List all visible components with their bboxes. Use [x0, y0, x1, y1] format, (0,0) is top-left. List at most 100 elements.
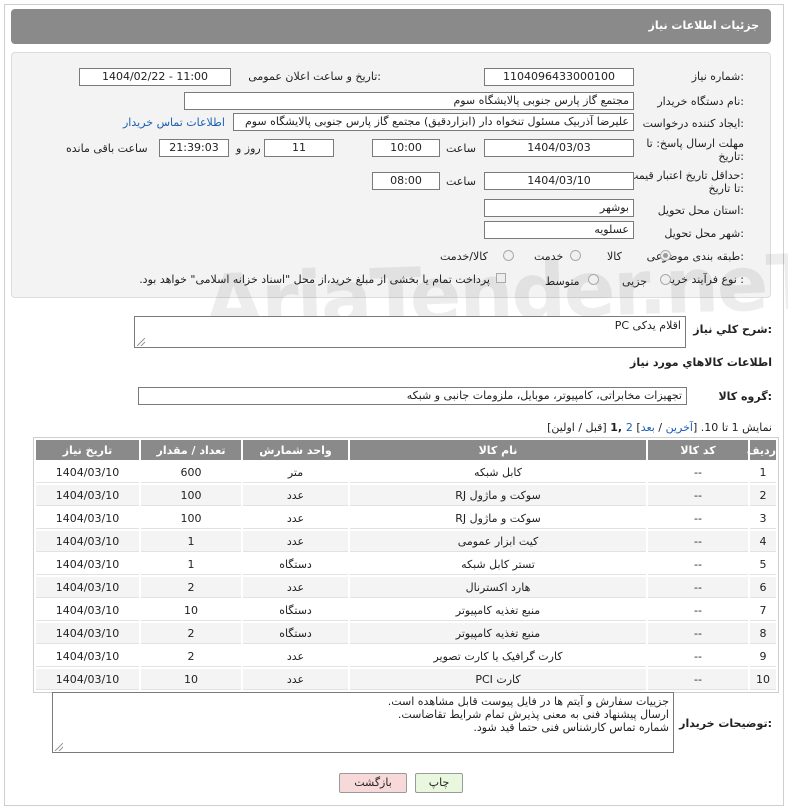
cell-item-code: --: [648, 669, 748, 690]
page-header: جزئیات اطلاعات نیاز: [11, 9, 771, 44]
cell-need-date: 1404/03/10: [36, 485, 139, 506]
cell-item-code: --: [648, 577, 748, 598]
process-radio-minor[interactable]: [660, 274, 671, 285]
cell-unit: عدد: [243, 669, 348, 690]
cell-unit: دستگاه: [243, 623, 348, 644]
cell-row-number: 4: [750, 531, 776, 552]
process-option-minor: جزیی: [622, 275, 648, 288]
category-radio-goods-service[interactable]: [503, 250, 514, 261]
treasury-checkbox[interactable]: [496, 273, 506, 283]
need-number-label: شماره نیاز:: [691, 70, 744, 83]
cell-need-date: 1404/03/10: [36, 600, 139, 621]
table-row[interactable]: 6 -- هارد اکسترنال عدد 2 1404/03/10: [36, 577, 776, 598]
print-button[interactable]: چاپ: [415, 773, 463, 793]
table-row[interactable]: 5 -- تستر کابل شبکه دستگاه 1 1404/03/10: [36, 554, 776, 575]
items-table: ردیف کد کالا نام کالا واحد شمارش تعداد /…: [33, 437, 779, 693]
category-radio-service[interactable]: [570, 250, 581, 261]
cell-row-number: 10: [750, 669, 776, 690]
summary-text: اقلام یدکی PC: [614, 319, 681, 332]
category-option-goods: کالا: [607, 250, 622, 263]
days-label: روز و: [236, 142, 261, 155]
resize-grip-icon[interactable]: [55, 743, 63, 751]
cell-unit: عدد: [243, 485, 348, 506]
table-row[interactable]: 4 -- کیت ابزار عمومی عدد 1 1404/03/10: [36, 531, 776, 552]
requester-field[interactable]: علیرضا آذربیک مسئول تنخواه دار (ابزاردقی…: [233, 113, 634, 131]
cell-item-name: کیت ابزار عمومی: [350, 531, 646, 552]
pager-last-link[interactable]: آخرین: [666, 421, 693, 434]
resize-grip-icon[interactable]: [137, 338, 145, 346]
province-label: استان محل تحویل:: [657, 204, 744, 217]
deadline-time-field[interactable]: 10:00: [372, 139, 440, 157]
deadline-date-field[interactable]: 1404/03/03: [484, 139, 634, 157]
page-title: جزئیات اطلاعات نیاز: [648, 19, 760, 32]
pager-next-link[interactable]: بعد: [641, 421, 655, 434]
col-header-unit: واحد شمارش: [243, 440, 348, 460]
cell-row-number: 8: [750, 623, 776, 644]
cell-row-number: 3: [750, 508, 776, 529]
cell-unit: دستگاه: [243, 600, 348, 621]
cell-quantity: 600: [141, 462, 241, 483]
cell-row-number: 9: [750, 646, 776, 667]
cell-item-name: سوکت و ماژول RJ: [350, 485, 646, 506]
cell-item-name: کارت PCI: [350, 669, 646, 690]
cell-item-name: منبع تغذیه کامپیوتر: [350, 600, 646, 621]
announce-field[interactable]: 1404/02/22 - 11:00: [79, 68, 231, 86]
cell-unit: عدد: [243, 577, 348, 598]
cell-row-number: 6: [750, 577, 776, 598]
deadline-label-date: تاریخ:: [718, 150, 744, 163]
cell-quantity: 2: [141, 577, 241, 598]
need-number-field[interactable]: 1104096433000100: [484, 68, 634, 86]
summary-textarea[interactable]: اقلام یدکی PC: [134, 316, 686, 348]
cell-item-code: --: [648, 623, 748, 644]
cell-row-number: 5: [750, 554, 776, 575]
cell-need-date: 1404/03/10: [36, 462, 139, 483]
city-field[interactable]: عسلویه: [484, 221, 634, 239]
cell-row-number: 1: [750, 462, 776, 483]
buyer-notes-textarea[interactable]: جزییات سفارش و آیتم ها در فایل پیوست قاب…: [52, 692, 674, 753]
deadline-label: مهلت ارسال پاسخ: تا: [646, 137, 744, 150]
price-validity-date-field[interactable]: 1404/03/10: [484, 172, 634, 190]
remaining-time-field[interactable]: 21:39:03: [159, 139, 229, 157]
table-row[interactable]: 3 -- سوکت و ماژول RJ عدد 100 1404/03/10: [36, 508, 776, 529]
pagination: نمایش 1 تا 10. [آخرین / بعد] 2 ,1 [قبل /…: [547, 421, 772, 434]
goods-section-title: اطلاعات كالاهاي مورد نياز: [630, 356, 772, 369]
table-row[interactable]: 10 -- کارت PCI عدد 10 1404/03/10: [36, 669, 776, 690]
category-option-service: خدمت: [534, 250, 564, 263]
buyer-notes-label: توضیحات خریدار:: [679, 717, 772, 730]
goods-group-label: گروه كالا:: [718, 390, 772, 403]
goods-group-field[interactable]: تجهیزات مخابراتی، کامپیوتر، موبایل، ملزو…: [138, 387, 687, 405]
days-field[interactable]: 11: [264, 139, 334, 157]
table-row[interactable]: 1 -- کابل شبکه متر 600 1404/03/10: [36, 462, 776, 483]
cell-need-date: 1404/03/10: [36, 508, 139, 529]
cell-item-code: --: [648, 600, 748, 621]
province-field[interactable]: بوشهر: [484, 199, 634, 217]
cell-quantity: 2: [141, 646, 241, 667]
table-row[interactable]: 2 -- سوکت و ماژول RJ عدد 100 1404/03/10: [36, 485, 776, 506]
cell-unit: دستگاه: [243, 554, 348, 575]
payment-note: پرداخت تمام یا بخشی از مبلغ خرید،از محل …: [139, 273, 490, 286]
buyer-org-field[interactable]: مجتمع گاز پارس جنوبی پالایشگاه سوم: [184, 92, 634, 110]
cell-item-name: سوکت و ماژول RJ: [350, 508, 646, 529]
category-radio-goods[interactable]: [660, 250, 671, 261]
process-radio-medium[interactable]: [588, 274, 599, 285]
price-validity-time-field[interactable]: 08:00: [372, 172, 440, 190]
remaining-label: ساعت باقی مانده: [66, 142, 148, 155]
cell-quantity: 2: [141, 623, 241, 644]
buyer-contact-link[interactable]: اطلاعات تماس خریدار: [123, 116, 225, 129]
cell-item-code: --: [648, 531, 748, 552]
cell-item-code: --: [648, 485, 748, 506]
price-validity-label-date: تا تاریخ:: [708, 182, 744, 195]
col-header-quantity: تعداد / مقدار: [141, 440, 241, 460]
cell-quantity: 100: [141, 485, 241, 506]
cell-unit: عدد: [243, 531, 348, 552]
pager-sep: /: [654, 421, 666, 434]
cell-item-name: منبع تغذیه کامپیوتر: [350, 623, 646, 644]
back-button[interactable]: بازگشت: [339, 773, 407, 793]
table-row[interactable]: 7 -- منبع تغذیه کامپیوتر دستگاه 10 1404/03/10: [36, 600, 776, 621]
cell-need-date: 1404/03/10: [36, 554, 139, 575]
table-row[interactable]: 8 -- منبع تغذیه کامپیوتر دستگاه 2 1404/03/10: [36, 623, 776, 644]
table-row[interactable]: 9 -- کارت گرافیک یا کارت تصویر عدد 2 1404/03/…: [36, 646, 776, 667]
pager-page-2[interactable]: 2: [626, 421, 633, 434]
buyer-note-line: شماره تماس کارشناس فنی حتما قید شود.: [473, 721, 669, 734]
cell-item-name: هارد اکسترنال: [350, 577, 646, 598]
